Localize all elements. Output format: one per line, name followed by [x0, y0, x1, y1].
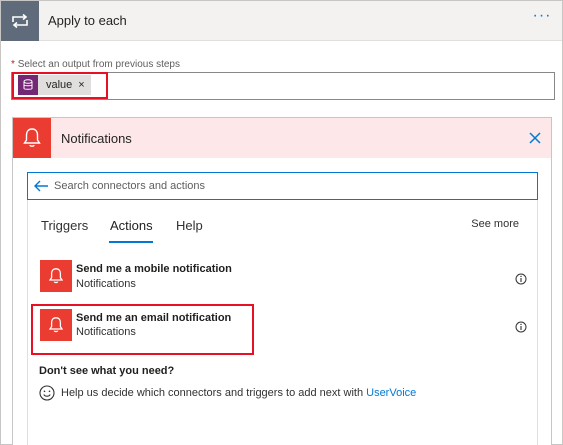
- feedback-text: Help us decide which connectors and trig…: [61, 387, 416, 399]
- required-marker: *: [11, 59, 15, 70]
- loop-arrows-icon: [1, 1, 39, 41]
- arrow-left-icon[interactable]: [33, 178, 49, 194]
- apply-to-each-title: Apply to each: [48, 13, 127, 28]
- select-output-label: * Select an output from previous steps: [11, 59, 180, 70]
- token-highlight-box: [12, 72, 108, 99]
- tab-triggers[interactable]: Triggers: [41, 218, 88, 233]
- uservoice-link[interactable]: UserVoice: [366, 387, 416, 399]
- action-mobile-notification-subtitle: Notifications: [76, 278, 136, 290]
- notifications-title: Notifications: [61, 131, 132, 146]
- notifications-header: Notifications: [13, 118, 551, 158]
- search-input[interactable]: [54, 176, 524, 196]
- info-icon[interactable]: [515, 273, 527, 285]
- info-icon[interactable]: [515, 321, 527, 333]
- notifications-card: Notifications Triggers Actions Help See …: [12, 117, 552, 445]
- search-box: [27, 172, 538, 200]
- action-mobile-notification-title[interactable]: Send me a mobile notification: [76, 263, 232, 275]
- action-highlight-box: [31, 304, 254, 355]
- more-options-button[interactable]: ···: [530, 8, 554, 31]
- smiley-icon: [39, 385, 55, 401]
- close-icon[interactable]: [525, 128, 545, 148]
- feedback-text-body: Help us decide which connectors and trig…: [61, 387, 364, 399]
- tab-help[interactable]: Help: [176, 218, 203, 233]
- apply-to-each-header[interactable]: Apply to each ···: [1, 1, 562, 41]
- tab-selected-indicator: [109, 241, 153, 243]
- select-output-label-text: Select an output from previous steps: [17, 59, 180, 70]
- bell-icon: [13, 118, 51, 158]
- dont-see-heading: Don't see what you need?: [39, 365, 175, 377]
- tab-actions[interactable]: Actions: [110, 218, 153, 233]
- bell-icon[interactable]: [40, 260, 72, 292]
- see-more-link[interactable]: See more: [471, 218, 519, 230]
